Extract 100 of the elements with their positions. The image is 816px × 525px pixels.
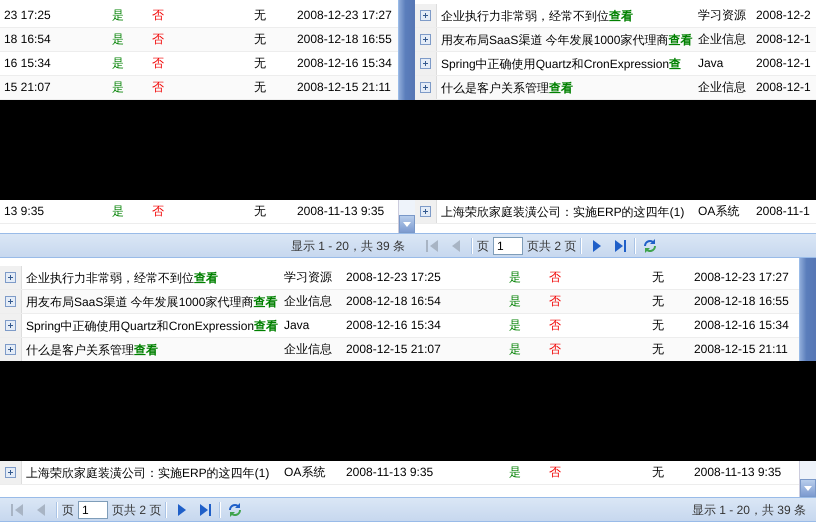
expand-icon[interactable]: [420, 10, 431, 21]
view-link[interactable]: 查看: [253, 292, 278, 310]
table-cell-text: 否: [151, 55, 165, 72]
first-page-icon: [425, 238, 441, 254]
page-input[interactable]: 1: [493, 236, 523, 254]
caret-down-icon: [403, 222, 411, 226]
refresh-icon: [642, 238, 658, 254]
table-cell-text: 无: [253, 79, 267, 96]
view-link[interactable]: 查: [669, 54, 682, 72]
table-cell-text: 是: [508, 341, 522, 358]
title-text: Spring中正确使用Quartz和CronExpression: [441, 56, 670, 72]
table-cell-text: 是: [508, 464, 522, 481]
table-cell-text: 是: [111, 79, 125, 96]
table-cell-text: 2008-11-13 9:35: [693, 464, 782, 481]
title-text: 企业执行力非常弱，经常不到位: [441, 8, 609, 24]
expand-icon[interactable]: [420, 206, 431, 217]
view-link[interactable]: 查看: [609, 6, 633, 24]
table-cell-text: 否: [151, 79, 165, 96]
view-link[interactable]: 查看: [134, 340, 158, 358]
view-link[interactable]: 查看: [254, 316, 278, 334]
expand-icon[interactable]: [420, 82, 431, 93]
table-cell-text: 无: [253, 31, 267, 48]
page-label: 页: [477, 238, 489, 254]
view-link[interactable]: 查看: [194, 268, 218, 286]
expand-icon[interactable]: [5, 344, 16, 355]
table-cell-text: 2008-12-18 16:55: [296, 31, 393, 48]
table-cell-text: 2008-12-23 17:27: [693, 269, 790, 286]
page-total: 页共 2 页: [112, 502, 162, 518]
scroll-down-button[interactable]: [800, 479, 816, 497]
table-cell-text: 企业信息: [697, 31, 747, 48]
title-text: 上海荣欣家庭装潢公司：实施ERP的这四年(1): [441, 204, 684, 220]
scrollbar-thumb[interactable]: [799, 258, 816, 361]
expand-icon[interactable]: [5, 272, 16, 283]
page-total: 页共 2 页: [527, 238, 576, 254]
table-cell-text: 2008-12-15 21:07: [345, 341, 442, 358]
table-cell-text: 2008-12-15 21:11: [296, 79, 392, 96]
table-cell-text: 13 9:35: [3, 203, 46, 220]
table-cell-text: 无: [253, 55, 267, 72]
scrollbar-thumb[interactable]: [398, 0, 415, 100]
table-cell-text: 是: [111, 7, 125, 24]
title-text: 什么是客户关系管理: [441, 80, 549, 96]
title-text: 企业执行力非常弱，经常不到位: [26, 270, 194, 286]
table-cell-text: 学习资源: [697, 7, 747, 24]
table-cell-text: 企业信息: [697, 79, 747, 96]
table-cell-text: 2008-12-15 21:11: [693, 341, 789, 358]
table-cell-text: 无: [651, 341, 665, 358]
table-cell-text: 企业信息: [283, 293, 333, 310]
table-cell-text: 是: [111, 31, 125, 48]
table-cell-text: 2008-11-13 9:35: [296, 203, 386, 220]
table-cell-text: 是: [111, 203, 125, 220]
table-cell-text: 无: [651, 269, 665, 286]
table-cell-text: 企业信息: [283, 341, 333, 358]
table-cell-text: 2008-12-18 16:55: [693, 293, 790, 310]
page-input[interactable]: 1: [78, 500, 108, 518]
table-cell-text: 2008-12-1: [755, 55, 812, 72]
table-cell-text: 2008-12-23 17:25: [345, 269, 442, 286]
table-cell-text: 否: [548, 464, 562, 481]
table-cell-text: Java: [697, 55, 724, 72]
table-cell-text: 否: [548, 269, 562, 286]
table-cell-text: 23 17:25: [3, 7, 52, 24]
table-cell-text: 否: [151, 203, 165, 220]
table-cell-text: 否: [548, 293, 562, 310]
last-page-icon: [197, 502, 214, 518]
expand-icon[interactable]: [420, 34, 431, 45]
table-cell-text: 16 15:34: [3, 55, 52, 72]
table-cell-text: 是: [508, 317, 522, 334]
paging-summary: 显示 1 - 20，共 39 条: [692, 502, 807, 518]
table-cell-text: 是: [111, 55, 125, 72]
table-cell-text: 无: [253, 7, 267, 24]
view-link[interactable]: 查看: [549, 78, 573, 96]
expand-icon[interactable]: [5, 467, 16, 478]
table-cell-text: 否: [151, 7, 165, 24]
table-cell-text: 15 21:07: [3, 79, 52, 96]
title-text: 上海荣欣家庭装潢公司：实施ERP的这四年(1): [26, 464, 270, 482]
table-cell-text: 无: [651, 464, 665, 481]
expand-icon[interactable]: [5, 296, 16, 307]
table-cell-text: 2008-11-1: [755, 203, 811, 220]
table-cell-text: OA系统: [697, 203, 740, 220]
table-cell-text: 无: [253, 203, 267, 220]
title-text: 用友布局SaaS渠道 今年发展1000家代理商: [26, 294, 254, 310]
table-cell-text: 否: [548, 341, 562, 358]
table-cell-text: 2008-12-1: [755, 31, 812, 48]
table-cell-text: 2008-12-1: [755, 79, 812, 96]
page-label: 页: [62, 502, 74, 518]
view-link[interactable]: 查看: [668, 30, 692, 48]
paging-summary: 显示 1 - 20，共 39 条: [290, 238, 406, 254]
table-cell-text: 学习资源: [283, 269, 333, 286]
expand-icon[interactable]: [5, 320, 16, 331]
title-text: 用友布局SaaS渠道 今年发展1000家代理商: [441, 32, 668, 48]
scroll-down-button[interactable]: [399, 215, 415, 233]
table-cell-text: 是: [508, 269, 522, 286]
table-cell-text: 是: [508, 293, 522, 310]
table-cell-text: Java: [283, 317, 310, 334]
table-cell-text: 2008-12-18 16:54: [345, 293, 442, 310]
expand-icon[interactable]: [420, 58, 431, 69]
table-cell-text: 2008-12-2: [755, 7, 812, 24]
table-cell-text: 2008-12-16 15:34: [693, 317, 790, 334]
title-text: 什么是客户关系管理: [26, 342, 134, 358]
table-cell-text: 否: [151, 31, 165, 48]
table-cell-text: 2008-12-16 15:34: [345, 317, 442, 334]
